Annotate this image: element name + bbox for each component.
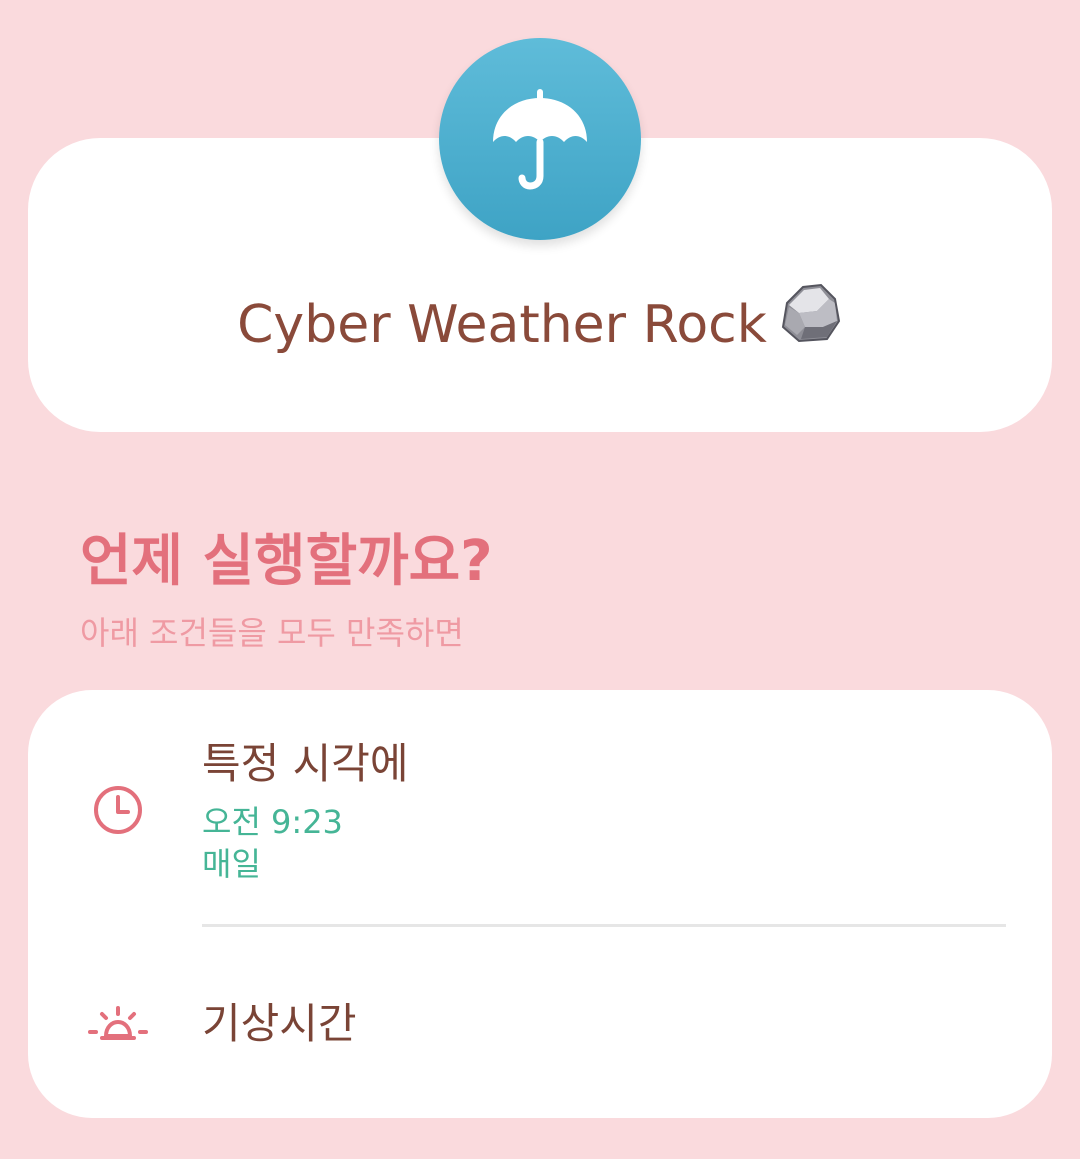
sunrise-icon — [88, 994, 148, 1054]
section-subtitle: 아래 조건들을 모두 만족하면 — [80, 614, 464, 652]
rock-icon — [777, 281, 843, 363]
condition-time-value: 오전 9:23 — [202, 803, 343, 841]
conditions-card: 특정 시각에 오전 9:23 매일 기상시간 — [28, 690, 1052, 1118]
umbrella-icon — [493, 89, 587, 190]
app-icon — [439, 38, 641, 240]
condition-title: 기상시간 — [202, 999, 357, 1048]
section-title: 언제 실행할까요? — [80, 529, 493, 594]
condition-specific-time[interactable]: 특정 시각에 오전 9:23 매일 — [28, 690, 1052, 926]
condition-repeat-value: 매일 — [202, 845, 261, 883]
condition-title: 특정 시각에 — [202, 739, 409, 788]
clock-icon — [88, 780, 148, 840]
condition-wake-time[interactable]: 기상시간 — [28, 926, 1052, 1118]
app-title-text: Cyber Weather Rock — [237, 295, 767, 355]
app-title: Cyber Weather Rock — [28, 283, 1052, 363]
